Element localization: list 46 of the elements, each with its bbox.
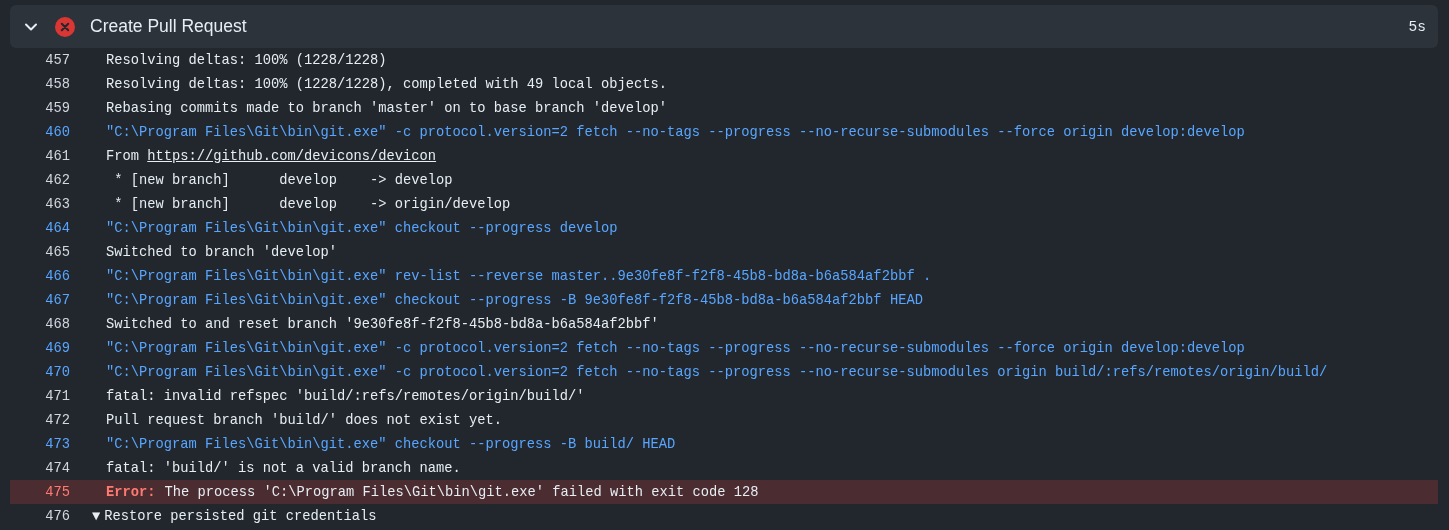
log-text: "C:\Program Files\Git\bin\git.exe" checkout --progress -B build/ HEAD [106, 436, 676, 452]
step-title: Create Pull Request [90, 16, 248, 37]
line-number: 474 [44, 460, 70, 476]
error-label: Error: [106, 484, 156, 500]
log-text: "C:\Program Files\Git\bin\git.exe" checkout --progress -B 9e30fe8f-f2f8-45b8-bd8a-b6a584af2bbf HEAD [106, 292, 923, 308]
line-number: 471 [44, 388, 70, 404]
log-text: "C:\Program Files\Git\bin\git.exe" -c protocol.version=2 fetch --no-tags --progress --no-recurse-submodules --force origin develop:develop [106, 340, 1245, 356]
log-text: Pull request branch 'build/' does not exist yet. [106, 412, 503, 428]
group-title[interactable]: Restore persisted git credentials [104, 508, 377, 524]
log-text: "C:\Program Files\Git\bin\git.exe" rev-list --reverse master..9e30fe8f-f2f8-45b8-bd8a-b6a584af2bbf . [106, 268, 932, 284]
log-text: From https://github.com/devicons/devicon [106, 148, 437, 164]
line-number: 475 [44, 484, 70, 500]
log-text: "C:\Program Files\Git\bin\git.exe" -c protocol.version=2 fetch --no-tags --progress --no-recurse-submodules --force origin develop:develop [106, 124, 1245, 140]
line-number: 469 [44, 340, 70, 356]
log-text: * [new branch] develop -> origin/develop [113, 196, 511, 212]
log-text: The process 'C:\Program Files\Git\bin\git.exe' failed with exit code 128 [164, 484, 759, 500]
line-number: 462 [44, 172, 70, 188]
line-number: 476 [44, 508, 70, 524]
log-text: * [new branch] develop -> develop [113, 172, 453, 188]
line-number: 467 [44, 292, 70, 308]
line-number: 465 [44, 244, 70, 260]
line-number: 464 [44, 220, 70, 236]
line-number: 463 [44, 196, 70, 212]
log-text: "C:\Program Files\Git\bin\git.exe" -c protocol.version=2 fetch --no-tags --progress --no-recurse-submodules origin build/:refs/remotes/origin/build/ [106, 364, 1328, 380]
log-text: Switched to and reset branch '9e30fe8f-f2f8-45b8-bd8a-b6a584af2bbf' [106, 316, 659, 332]
line-number: 460 [44, 124, 70, 140]
log-text: Resolving deltas: 100% (1228/1228) [106, 52, 387, 68]
log-text: Resolving deltas: 100% (1228/1228), completed with 49 local objects. [106, 76, 668, 92]
line-number: 468 [44, 316, 70, 332]
log-text: Switched to branch 'develop' [106, 244, 338, 260]
log-text: Rebasing commits made to branch 'master' on to base branch 'develop' [106, 100, 668, 116]
line-number: 466 [44, 268, 70, 284]
log-text: fatal: 'build/' is not a valid branch name. [106, 460, 461, 476]
line-number: 472 [44, 412, 70, 428]
log-text: fatal: invalid refspec 'build/:refs/remotes/origin/build/' [106, 388, 585, 404]
line-number: 461 [44, 148, 70, 164]
line-number: 459 [44, 100, 70, 116]
step-header[interactable]: Create Pull Request 5s [10, 5, 1438, 48]
line-number: 473 [44, 436, 70, 452]
line-number: 457 [44, 52, 70, 68]
group-toggle[interactable]: ▼ [92, 508, 101, 524]
log-link[interactable]: https://github.com/devicons/devicon [147, 148, 437, 164]
line-number: 470 [44, 364, 70, 380]
log-text: "C:\Program Files\Git\bin\git.exe" checkout --progress develop [106, 220, 618, 236]
line-number: 458 [44, 76, 70, 92]
step-duration: 5s [1408, 18, 1426, 35]
